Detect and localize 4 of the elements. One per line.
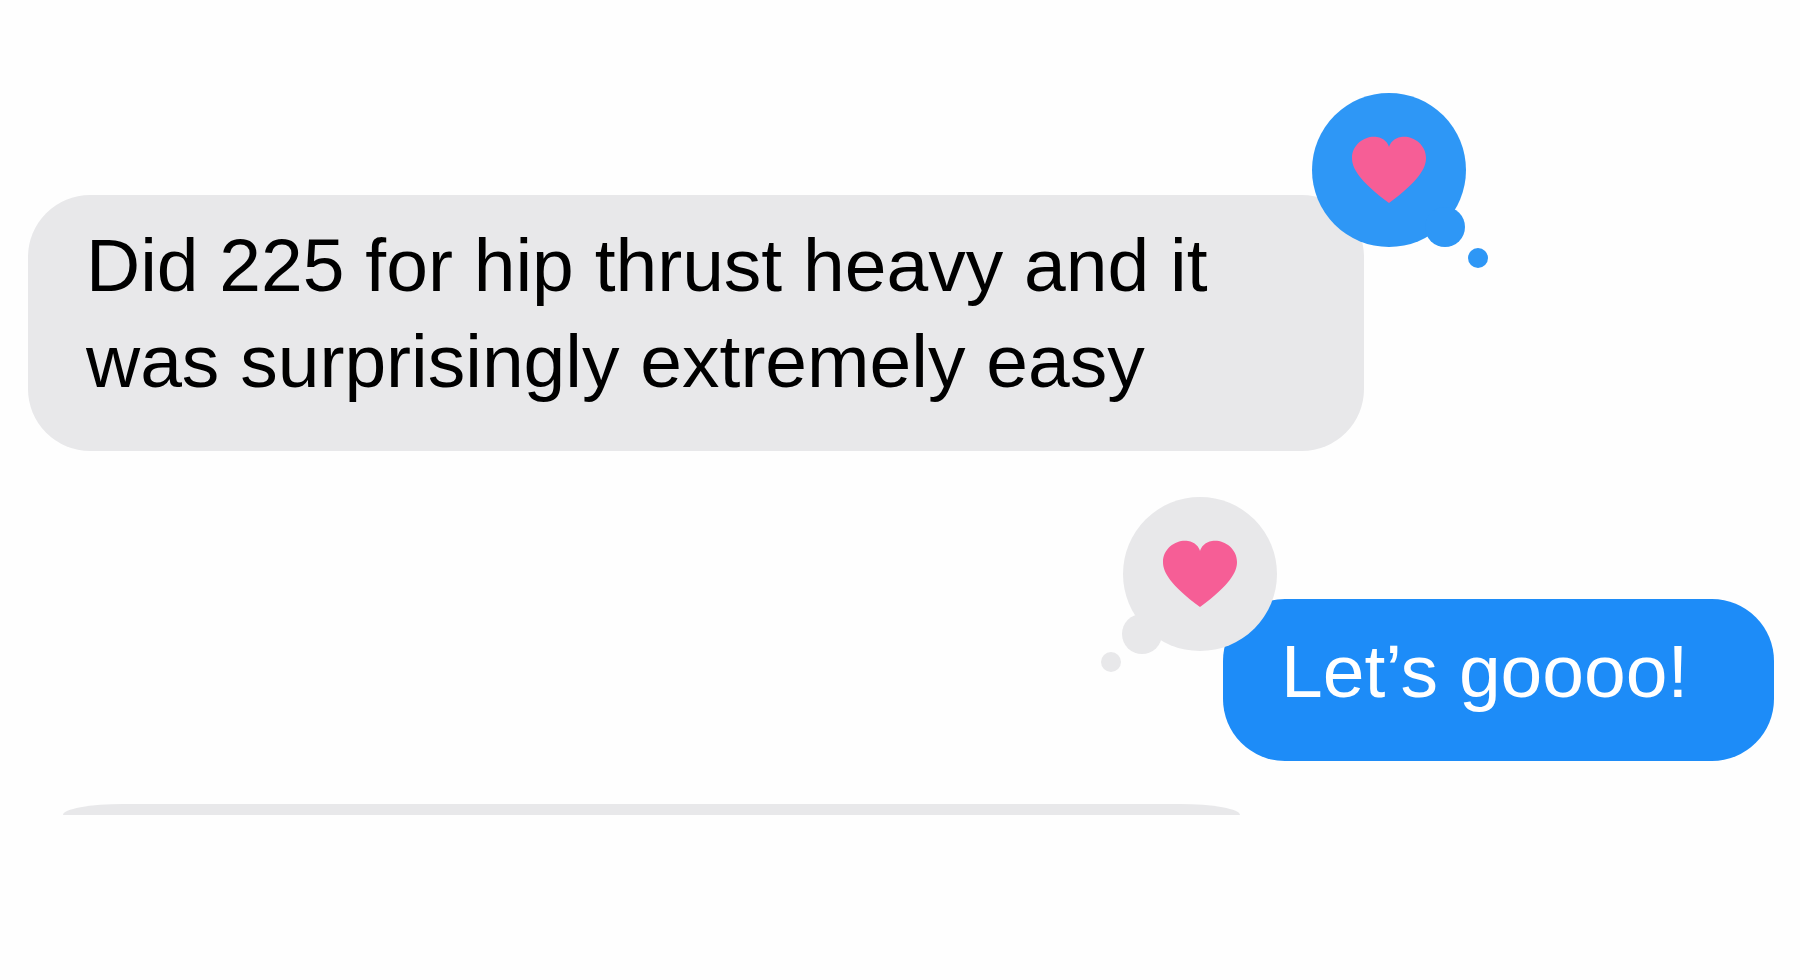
heart-icon [1163, 540, 1237, 607]
heart-icon [1352, 136, 1426, 203]
message-text: Did 225 for hip thrust heavy and it was surprisingly extremely easy [86, 222, 1209, 405]
message-text: Let’s goooo! [1281, 628, 1690, 715]
